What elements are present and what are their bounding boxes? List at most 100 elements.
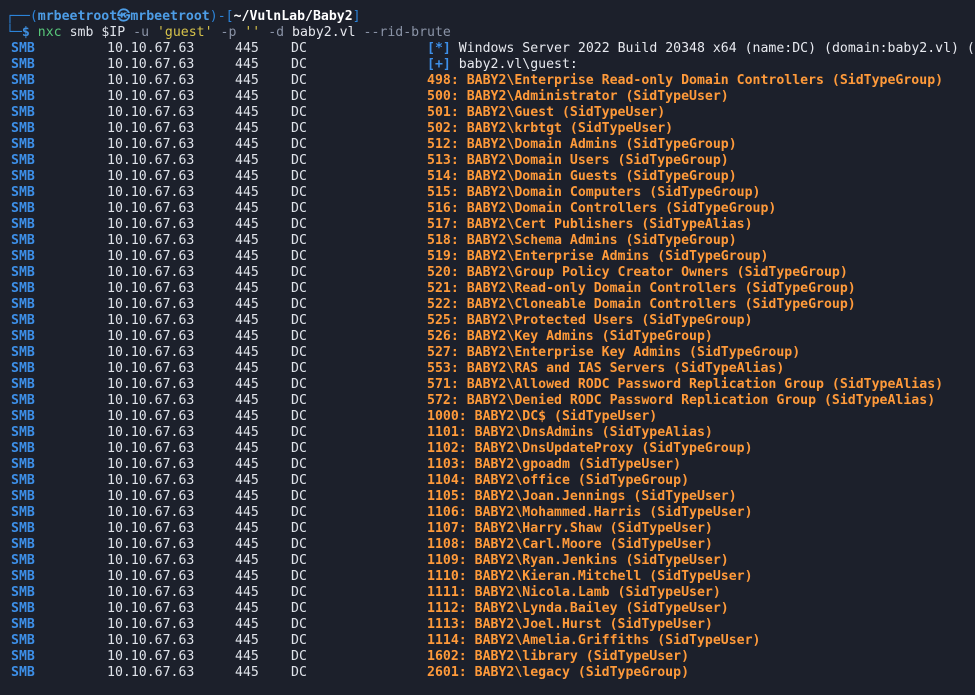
rid-entry: 572: BABY2\Denied RODC Password Replicat… bbox=[427, 393, 936, 408]
protocol-label: SMB bbox=[11, 265, 35, 280]
rid-row: SMB 10.10.67.63 445 DC 1102: BABY2\DnsUpdate… bbox=[0, 441, 975, 457]
host-name: DC bbox=[291, 89, 307, 104]
host-port: 445 bbox=[235, 361, 259, 376]
host-ip: 10.10.67.63 bbox=[107, 585, 195, 600]
host-port: 445 bbox=[235, 665, 259, 680]
host-ip: 10.10.67.63 bbox=[107, 345, 195, 360]
rid-entry: 1106: BABY2\Mohammed.Harris (SidTypeUser… bbox=[427, 505, 753, 520]
success-status-tag: [+] bbox=[427, 57, 451, 72]
rid-entry: 502: BABY2\krbtgt (SidTypeUser) bbox=[427, 121, 674, 136]
host-port: 445 bbox=[235, 57, 259, 72]
protocol-label: SMB bbox=[11, 121, 35, 136]
host-port: 445 bbox=[235, 617, 259, 632]
host-name: DC bbox=[291, 121, 307, 136]
protocol-label: SMB bbox=[11, 537, 35, 552]
host-name: DC bbox=[291, 505, 307, 520]
info-status-tag: [*] bbox=[427, 41, 451, 56]
command-line[interactable]: └─$ nxc smb $IP -u 'guest' -p '' -d baby… bbox=[0, 25, 975, 41]
prompt-corner-bottom: └─ bbox=[6, 25, 22, 40]
host-ip: 10.10.67.63 bbox=[107, 249, 195, 264]
protocol-label: SMB bbox=[11, 361, 35, 376]
rid-row: SMB 10.10.67.63 445 DC 1108: BABY2\Carl.Moor… bbox=[0, 537, 975, 553]
rid-entry: 1102: BABY2\DnsUpdateProxy (SidTypeGroup… bbox=[427, 441, 753, 456]
rid-row: SMB 10.10.67.63 445 DC 512: BABY2\Domain Adm… bbox=[0, 137, 975, 153]
rid-entry: 1107: BABY2\Harry.Shaw (SidTypeUser) bbox=[427, 521, 713, 536]
command-opt-u: -u bbox=[133, 25, 150, 40]
host-ip: 10.10.67.63 bbox=[107, 617, 195, 632]
rid-row: SMB 10.10.67.63 445 DC 518: BABY2\Schema Adm… bbox=[0, 233, 975, 249]
host-ip: 10.10.67.63 bbox=[107, 649, 195, 664]
host-name: DC bbox=[291, 409, 307, 424]
prompt-corner-top: ┌──( bbox=[6, 9, 38, 24]
rid-row: SMB 10.10.67.63 445 DC 1107: BABY2\Harry.Sha… bbox=[0, 521, 975, 537]
host-ip: 10.10.67.63 bbox=[107, 265, 195, 280]
rid-entry: 522: BABY2\Cloneable Domain Controllers … bbox=[427, 297, 856, 312]
rid-row: SMB 10.10.67.63 445 DC 526: BABY2\Key Admins… bbox=[0, 329, 975, 345]
rid-entry: 513: BABY2\Domain Users (SidTypeGroup) bbox=[427, 153, 729, 168]
rid-entry: 512: BABY2\Domain Admins (SidTypeGroup) bbox=[427, 137, 737, 152]
rid-entry: 1114: BABY2\Amelia.Griffiths (SidTypeUse… bbox=[427, 633, 761, 648]
host-port: 445 bbox=[235, 537, 259, 552]
rid-row: SMB 10.10.67.63 445 DC 1105: BABY2\Joan.Jenn… bbox=[0, 489, 975, 505]
host-port: 445 bbox=[235, 521, 259, 536]
rid-entry: 516: BABY2\Domain Controllers (SidTypeGr… bbox=[427, 201, 777, 216]
host-ip: 10.10.67.63 bbox=[107, 105, 195, 120]
host-port: 445 bbox=[235, 377, 259, 392]
protocol-label: SMB bbox=[11, 505, 35, 520]
rid-row: SMB 10.10.67.63 445 DC 1113: BABY2\Joel.Hurs… bbox=[0, 617, 975, 633]
protocol-label: SMB bbox=[11, 457, 35, 472]
info-message: [+] baby2.vl\guest: bbox=[427, 57, 578, 73]
terminal-window[interactable]: ┌──(mrbeetroot㉿mrbeetroot)-[~/VulnLab/Ba… bbox=[0, 0, 975, 695]
rid-row: SMB 10.10.67.63 445 DC 1114: BABY2\Amelia.Gr… bbox=[0, 633, 975, 649]
rid-row: SMB 10.10.67.63 445 DC 1000: BABY2\DC$ (SidT… bbox=[0, 409, 975, 425]
host-ip: 10.10.67.63 bbox=[107, 361, 195, 376]
protocol-label: SMB bbox=[11, 473, 35, 488]
host-name: DC bbox=[291, 153, 307, 168]
host-name: DC bbox=[291, 201, 307, 216]
host-port: 445 bbox=[235, 105, 259, 120]
host-ip: 10.10.67.63 bbox=[107, 153, 195, 168]
rid-entry: 1110: BABY2\Kieran.Mitchell (SidTypeUser… bbox=[427, 569, 753, 584]
command-user-string: 'guest' bbox=[156, 25, 213, 40]
rid-row: SMB 10.10.67.63 445 DC 1106: BABY2\Mohammed.… bbox=[0, 505, 975, 521]
info-message: [*] Windows Server 2022 Build 20348 x64 … bbox=[427, 41, 975, 57]
host-name: DC bbox=[291, 297, 307, 312]
protocol-label: SMB bbox=[11, 617, 35, 632]
prompt-path: ~/VulnLab/Baby2 bbox=[233, 9, 353, 24]
host-name: DC bbox=[291, 313, 307, 328]
host-name: DC bbox=[291, 649, 307, 664]
host-ip: 10.10.67.63 bbox=[107, 137, 195, 152]
rid-entry: 525: BABY2\Protected Users (SidTypeGroup… bbox=[427, 313, 753, 328]
host-name: DC bbox=[291, 185, 307, 200]
protocol-label: SMB bbox=[11, 553, 35, 568]
host-port: 445 bbox=[235, 569, 259, 584]
rid-row: SMB 10.10.67.63 445 DC 1103: BABY2\gpoadm (S… bbox=[0, 457, 975, 473]
rid-row: SMB 10.10.67.63 445 DC 502: BABY2\krbtgt (Si… bbox=[0, 121, 975, 137]
host-ip: 10.10.67.63 bbox=[107, 441, 195, 456]
host-ip: 10.10.67.63 bbox=[107, 633, 195, 648]
command-opt-p: -p bbox=[220, 25, 237, 40]
host-name: DC bbox=[291, 105, 307, 120]
rid-entry: 526: BABY2\Key Admins (SidTypeGroup) bbox=[427, 329, 713, 344]
command-tool: nxc bbox=[37, 25, 62, 40]
rid-row: SMB 10.10.67.63 445 DC 514: BABY2\Domain Gue… bbox=[0, 169, 975, 185]
host-port: 445 bbox=[235, 265, 259, 280]
command-domain: baby2.vl bbox=[292, 25, 356, 40]
command-var: $IP bbox=[101, 25, 126, 40]
rid-entry: 571: BABY2\Allowed RODC Password Replica… bbox=[427, 377, 944, 392]
rid-row: SMB 10.10.67.63 445 DC 500: BABY2\Administra… bbox=[0, 89, 975, 105]
rid-entry: 527: BABY2\Enterprise Key Admins (SidTyp… bbox=[427, 345, 801, 360]
protocol-label: SMB bbox=[11, 425, 35, 440]
protocol-label: SMB bbox=[11, 233, 35, 248]
protocol-label: SMB bbox=[11, 441, 35, 456]
host-name: DC bbox=[291, 169, 307, 184]
rid-entry: 514: BABY2\Domain Guests (SidTypeGroup) bbox=[427, 169, 737, 184]
rid-row: SMB 10.10.67.63 445 DC 1101: BABY2\DnsAdmins… bbox=[0, 425, 975, 441]
rid-entry: 501: BABY2\Guest (SidTypeUser) bbox=[427, 105, 666, 120]
rid-entry: 1104: BABY2\office (SidTypeGroup) bbox=[427, 473, 690, 488]
rid-entry: 1103: BABY2\gpoadm (SidTypeUser) bbox=[427, 457, 682, 472]
host-name: DC bbox=[291, 361, 307, 376]
rid-entry: 1113: BABY2\Joel.Hurst (SidTypeUser) bbox=[427, 617, 713, 632]
rid-entry: 2601: BABY2\legacy (SidTypeGroup) bbox=[427, 665, 690, 680]
host-port: 445 bbox=[235, 41, 259, 56]
